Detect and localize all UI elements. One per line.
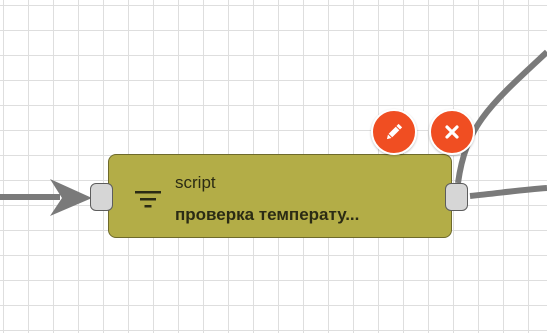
script-node[interactable]: script проверка температу... (108, 154, 452, 238)
input-port[interactable] (90, 183, 113, 211)
output-port[interactable] (445, 183, 468, 211)
node-type-label: script (175, 173, 216, 192)
filter-icon (135, 189, 161, 209)
outgoing-edge-to-right[interactable] (469, 185, 547, 199)
flow-canvas[interactable]: script проверка температу... (0, 0, 547, 333)
outgoing-edge-curve-up[interactable] (455, 49, 547, 184)
close-icon (445, 125, 459, 139)
edit-node-button[interactable] (371, 109, 417, 155)
node-title: проверка температу... (175, 205, 360, 224)
pencil-icon (386, 123, 403, 140)
delete-node-button[interactable] (429, 109, 475, 155)
